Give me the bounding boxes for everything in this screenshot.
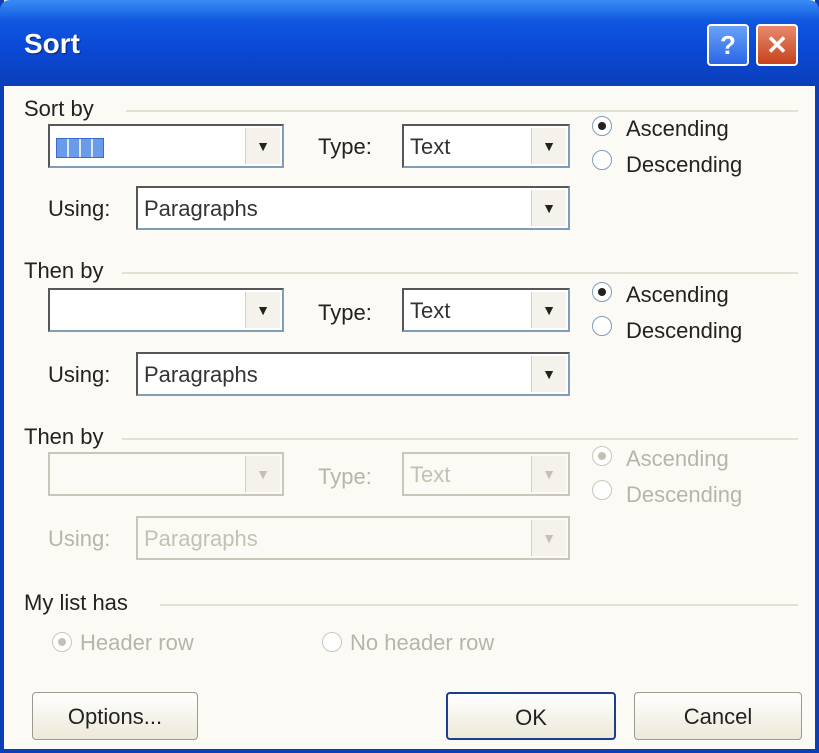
- then-by-2-using-value: Paragraphs: [144, 526, 258, 551]
- chevron-down-icon[interactable]: ▼: [245, 456, 280, 492]
- then-by-1-divider: [122, 272, 798, 274]
- sort-by-using-label: Using:: [48, 196, 111, 221]
- then-by-1-type-label: Type:: [318, 300, 372, 325]
- then-by-2-type-select[interactable]: Text ▼: [402, 452, 570, 496]
- then-by-2-type-value: Text: [410, 462, 451, 487]
- ok-button[interactable]: OK: [446, 692, 616, 740]
- chevron-down-icon[interactable]: ▼: [531, 292, 566, 328]
- then-by-2-type-label: Type:: [318, 464, 372, 489]
- then-by-1-using-select[interactable]: Paragraphs ▼: [136, 352, 570, 396]
- sort-by-divider: [126, 110, 798, 112]
- header-row-radio[interactable]: [52, 632, 72, 652]
- chevron-down-icon[interactable]: ▼: [245, 292, 280, 328]
- list-has-divider: [160, 604, 798, 606]
- help-icon: ?: [720, 30, 736, 60]
- sort-by-ascending-label[interactable]: Ascending: [626, 116, 729, 142]
- no-header-row-label[interactable]: No header row: [350, 630, 494, 656]
- then-by-1-type-value: Text: [410, 298, 451, 323]
- then-by-1-using-label: Using:: [48, 362, 111, 387]
- then-by-1-descending-radio[interactable]: [592, 316, 612, 336]
- header-row-label[interactable]: Header row: [80, 630, 194, 656]
- options-button[interactable]: Options...: [32, 692, 198, 740]
- then-by-2-column-select[interactable]: ▼: [48, 452, 284, 496]
- then-by-1-using-value: Paragraphs: [144, 362, 258, 387]
- chevron-down-icon[interactable]: ▼: [531, 520, 566, 556]
- no-header-row-radio[interactable]: [322, 632, 342, 652]
- table-column-icon: [56, 138, 104, 158]
- sort-by-using-select[interactable]: Paragraphs ▼: [136, 186, 570, 230]
- chevron-down-icon[interactable]: ▼: [531, 190, 566, 226]
- sort-by-ascending-radio[interactable]: [592, 116, 612, 136]
- cancel-button[interactable]: Cancel: [634, 692, 802, 740]
- then-by-2-using-select[interactable]: Paragraphs ▼: [136, 516, 570, 560]
- then-by-1-type-select[interactable]: Text ▼: [402, 288, 570, 332]
- then-by-1-heading: Then by: [24, 258, 104, 283]
- then-by-2-ascending-label[interactable]: Ascending: [626, 446, 729, 472]
- sort-by-type-select[interactable]: Text ▼: [402, 124, 570, 168]
- sort-by-heading: Sort by: [24, 96, 94, 121]
- then-by-1-ascending-radio[interactable]: [592, 282, 612, 302]
- then-by-2-descending-radio[interactable]: [592, 480, 612, 500]
- chevron-down-icon[interactable]: ▼: [245, 128, 280, 164]
- then-by-1-ascending-label[interactable]: Ascending: [626, 282, 729, 308]
- sort-by-descending-radio[interactable]: [592, 150, 612, 170]
- help-button[interactable]: ?: [707, 24, 749, 66]
- then-by-2-descending-label[interactable]: Descending: [626, 482, 742, 508]
- chevron-down-icon[interactable]: ▼: [531, 128, 566, 164]
- then-by-2-ascending-radio[interactable]: [592, 446, 612, 466]
- chevron-down-icon[interactable]: ▼: [531, 456, 566, 492]
- then-by-1-descending-label[interactable]: Descending: [626, 318, 742, 344]
- sort-by-type-label: Type:: [318, 134, 372, 159]
- chevron-down-icon[interactable]: ▼: [531, 356, 566, 392]
- title-bar: Sort ? ✕: [0, 0, 819, 86]
- sort-by-using-value: Paragraphs: [144, 196, 258, 221]
- then-by-1-column-select[interactable]: ▼: [48, 288, 284, 332]
- sort-by-type-value: Text: [410, 134, 451, 159]
- close-button[interactable]: ✕: [756, 24, 798, 66]
- then-by-2-divider: [122, 438, 798, 440]
- then-by-2-heading: Then by: [24, 424, 104, 449]
- window-title: Sort: [24, 28, 80, 59]
- sort-dialog: Sort ? ✕ Sort by ▼ Type: Text ▼ Ascendin…: [0, 0, 819, 753]
- close-icon: ✕: [766, 30, 788, 60]
- dialog-body: Sort by ▼ Type: Text ▼ Ascending Descend…: [4, 86, 815, 749]
- list-has-heading: My list has: [24, 590, 128, 615]
- sort-by-column-select[interactable]: ▼: [48, 124, 284, 168]
- then-by-2-using-label: Using:: [48, 526, 111, 551]
- sort-by-descending-label[interactable]: Descending: [626, 152, 742, 178]
